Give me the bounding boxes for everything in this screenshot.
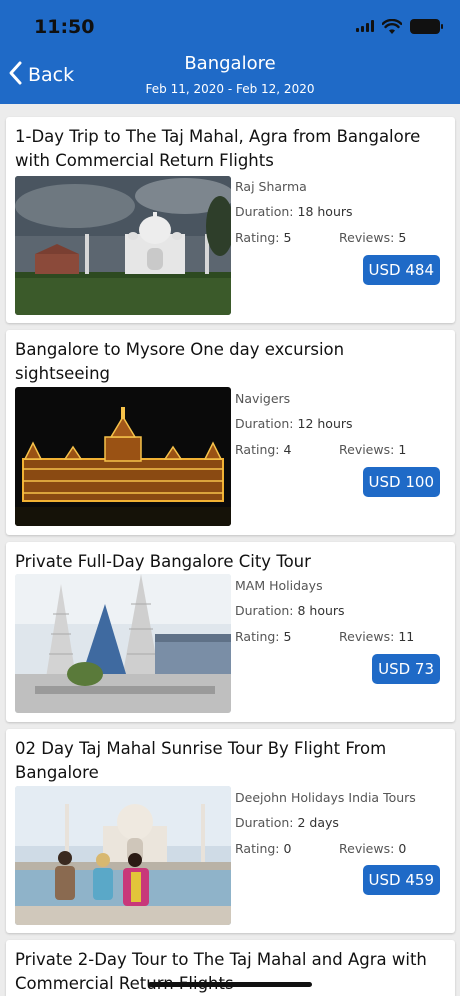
duration-label: Duration: [235,204,294,219]
home-indicator [148,982,312,987]
price-button[interactable]: USD 73 [372,654,440,684]
status-time: 11:50 [34,16,95,38]
reviews-value: 0 [398,841,407,856]
tour-rating: Rating: 5 [235,230,291,245]
tour-duration: Duration: 18 hours [235,204,353,219]
reviews-label: Reviews: [339,442,395,457]
reviews-label: Reviews: [339,629,395,644]
reviews-label: Reviews: [339,230,395,245]
rating-label: Rating: [235,442,280,457]
tour-card[interactable]: 02 Day Taj Mahal Sunrise Tour By Flight … [6,729,455,933]
duration-value: 12 hours [297,416,353,431]
duration-value: 2 days [297,815,339,830]
tour-duration: Duration: 8 hours [235,603,345,618]
duration-label: Duration: [235,416,294,431]
tour-image-taj-mahal [15,176,231,315]
tour-title: Private 2-Day Tour to The Taj Mahal and … [15,950,427,993]
reviews-label: Reviews: [339,841,395,856]
tour-title: 1-Day Trip to The Taj Mahal, Agra from B… [15,127,421,170]
rating-value: 0 [283,841,292,856]
battery-icon [410,19,443,34]
price-button[interactable]: USD 459 [362,865,440,895]
rating-label: Rating: [235,841,280,856]
tour-reviews: Reviews: 11 [339,629,414,644]
tour-reviews: Reviews: 5 [339,230,406,245]
tour-card[interactable]: Private Full-Day Bangalore City Tour MAM… [6,542,455,722]
duration-value: 8 hours [297,603,345,618]
tour-title: 02 Day Taj Mahal Sunrise Tour By Flight … [15,739,387,782]
price-button[interactable]: USD 484 [362,255,440,285]
status-icons [356,17,443,36]
tour-card[interactable]: 1-Day Trip to The Taj Mahal, Agra from B… [6,117,455,323]
tour-reviews: Reviews: 0 [339,841,406,856]
tour-reviews: Reviews: 1 [339,442,406,457]
wifi-icon [381,18,403,35]
tour-card[interactable]: Bangalore to Mysore One day excursion si… [6,330,455,535]
signal-icon [356,17,374,36]
rating-value: 5 [283,629,292,644]
date-range: Feb 11, 2020 - Feb 12, 2020 [145,82,315,96]
rating-label: Rating: [235,629,280,644]
tour-title: Private Full-Day Bangalore City Tour [15,552,311,571]
rating-value: 4 [283,442,292,457]
page-title: Bangalore [184,53,276,74]
reviews-value: 1 [398,442,407,457]
status-bar: 11:50 [0,0,460,50]
rating-label: Rating: [235,230,280,245]
reviews-value: 5 [398,230,407,245]
tour-duration: Duration: 2 days [235,815,339,830]
tour-rating: Rating: 5 [235,629,291,644]
tour-provider: MAM Holidays [235,578,323,593]
duration-label: Duration: [235,815,294,830]
duration-value: 18 hours [297,204,353,219]
tour-provider: Navigers [235,391,291,406]
tour-title: Bangalore to Mysore One day excursion si… [15,340,345,383]
tour-provider: Raj Sharma [235,179,307,194]
tour-card[interactable]: Private 2-Day Tour to The Taj Mahal and … [6,940,455,996]
duration-label: Duration: [235,603,294,618]
reviews-value: 11 [398,629,415,644]
tour-provider: Deejohn Holidays India Tours [235,790,416,805]
tour-image-taj-mahal-group [15,786,231,925]
tour-rating: Rating: 0 [235,841,291,856]
nav-header: 11:50 Back Bangalore Feb 11, 2020 - Feb … [0,0,460,104]
tour-rating: Rating: 4 [235,442,291,457]
tour-image-mysore-palace [15,387,231,526]
price-button[interactable]: USD 100 [362,467,440,497]
tour-duration: Duration: 12 hours [235,416,353,431]
tour-image-bangalore-temple [15,574,231,713]
rating-value: 5 [283,230,292,245]
